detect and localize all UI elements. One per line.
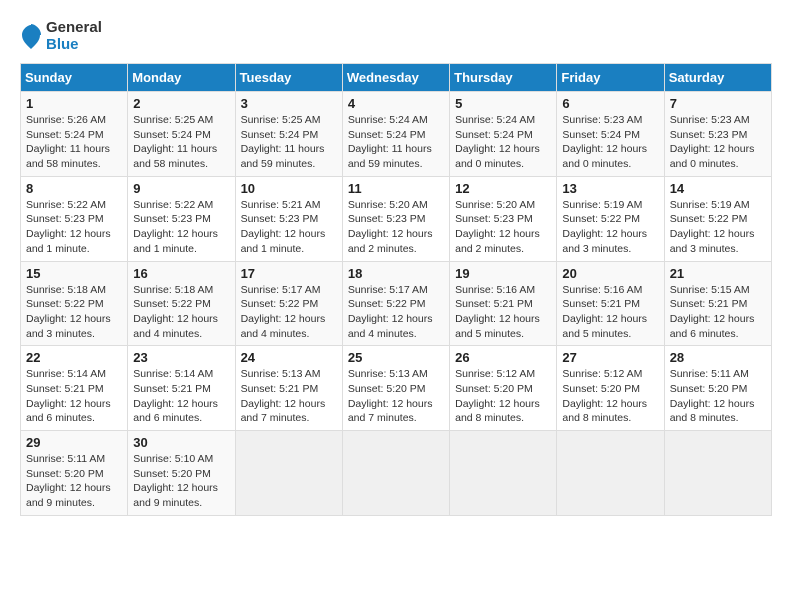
calendar-empty: [342, 431, 449, 516]
calendar-day-5: 5Sunrise: 5:24 AM Sunset: 5:24 PM Daylig…: [450, 92, 557, 177]
logo-blue: Blue: [46, 37, 102, 54]
calendar-day-8: 8Sunrise: 5:22 AM Sunset: 5:23 PM Daylig…: [21, 176, 128, 261]
weekday-header-wednesday: Wednesday: [342, 64, 449, 92]
calendar-day-1: 1Sunrise: 5:26 AM Sunset: 5:24 PM Daylig…: [21, 92, 128, 177]
calendar-empty: [664, 431, 771, 516]
calendar-day-24: 24Sunrise: 5:13 AM Sunset: 5:21 PM Dayli…: [235, 346, 342, 431]
calendar-week-2: 8Sunrise: 5:22 AM Sunset: 5:23 PM Daylig…: [21, 176, 772, 261]
calendar-day-2: 2Sunrise: 5:25 AM Sunset: 5:24 PM Daylig…: [128, 92, 235, 177]
calendar-day-19: 19Sunrise: 5:16 AM Sunset: 5:21 PM Dayli…: [450, 261, 557, 346]
calendar-day-25: 25Sunrise: 5:13 AM Sunset: 5:20 PM Dayli…: [342, 346, 449, 431]
calendar-day-29: 29Sunrise: 5:11 AM Sunset: 5:20 PM Dayli…: [21, 431, 128, 516]
calendar-table: SundayMondayTuesdayWednesdayThursdayFrid…: [20, 63, 772, 516]
weekday-header-sunday: Sunday: [21, 64, 128, 92]
calendar-day-27: 27Sunrise: 5:12 AM Sunset: 5:20 PM Dayli…: [557, 346, 664, 431]
calendar-day-10: 10Sunrise: 5:21 AM Sunset: 5:23 PM Dayli…: [235, 176, 342, 261]
calendar-day-26: 26Sunrise: 5:12 AM Sunset: 5:20 PM Dayli…: [450, 346, 557, 431]
calendar-empty: [450, 431, 557, 516]
calendar-day-13: 13Sunrise: 5:19 AM Sunset: 5:22 PM Dayli…: [557, 176, 664, 261]
calendar-empty: [557, 431, 664, 516]
calendar-day-6: 6Sunrise: 5:23 AM Sunset: 5:24 PM Daylig…: [557, 92, 664, 177]
calendar-day-3: 3Sunrise: 5:25 AM Sunset: 5:24 PM Daylig…: [235, 92, 342, 177]
calendar-day-16: 16Sunrise: 5:18 AM Sunset: 5:22 PM Dayli…: [128, 261, 235, 346]
calendar-day-22: 22Sunrise: 5:14 AM Sunset: 5:21 PM Dayli…: [21, 346, 128, 431]
calendar-day-4: 4Sunrise: 5:24 AM Sunset: 5:24 PM Daylig…: [342, 92, 449, 177]
calendar-day-23: 23Sunrise: 5:14 AM Sunset: 5:21 PM Dayli…: [128, 346, 235, 431]
weekday-header-saturday: Saturday: [664, 64, 771, 92]
weekday-header-friday: Friday: [557, 64, 664, 92]
weekday-header-row: SundayMondayTuesdayWednesdayThursdayFrid…: [21, 64, 772, 92]
calendar-day-28: 28Sunrise: 5:11 AM Sunset: 5:20 PM Dayli…: [664, 346, 771, 431]
weekday-header-tuesday: Tuesday: [235, 64, 342, 92]
logo-general: General: [46, 20, 102, 37]
calendar-week-3: 15Sunrise: 5:18 AM Sunset: 5:22 PM Dayli…: [21, 261, 772, 346]
calendar-week-5: 29Sunrise: 5:11 AM Sunset: 5:20 PM Dayli…: [21, 431, 772, 516]
calendar-empty: [235, 431, 342, 516]
calendar-day-30: 30Sunrise: 5:10 AM Sunset: 5:20 PM Dayli…: [128, 431, 235, 516]
weekday-header-thursday: Thursday: [450, 64, 557, 92]
weekday-header-monday: Monday: [128, 64, 235, 92]
calendar-day-12: 12Sunrise: 5:20 AM Sunset: 5:23 PM Dayli…: [450, 176, 557, 261]
calendar-week-1: 1Sunrise: 5:26 AM Sunset: 5:24 PM Daylig…: [21, 92, 772, 177]
calendar-day-9: 9Sunrise: 5:22 AM Sunset: 5:23 PM Daylig…: [128, 176, 235, 261]
logo: General Blue: [20, 20, 102, 53]
logo-bird-icon: [20, 23, 42, 51]
calendar-day-18: 18Sunrise: 5:17 AM Sunset: 5:22 PM Dayli…: [342, 261, 449, 346]
page-header: General Blue: [20, 20, 772, 53]
calendar-day-7: 7Sunrise: 5:23 AM Sunset: 5:23 PM Daylig…: [664, 92, 771, 177]
calendar-day-21: 21Sunrise: 5:15 AM Sunset: 5:21 PM Dayli…: [664, 261, 771, 346]
calendar-day-14: 14Sunrise: 5:19 AM Sunset: 5:22 PM Dayli…: [664, 176, 771, 261]
calendar-day-20: 20Sunrise: 5:16 AM Sunset: 5:21 PM Dayli…: [557, 261, 664, 346]
calendar-day-11: 11Sunrise: 5:20 AM Sunset: 5:23 PM Dayli…: [342, 176, 449, 261]
calendar-day-15: 15Sunrise: 5:18 AM Sunset: 5:22 PM Dayli…: [21, 261, 128, 346]
calendar-day-17: 17Sunrise: 5:17 AM Sunset: 5:22 PM Dayli…: [235, 261, 342, 346]
calendar-week-4: 22Sunrise: 5:14 AM Sunset: 5:21 PM Dayli…: [21, 346, 772, 431]
